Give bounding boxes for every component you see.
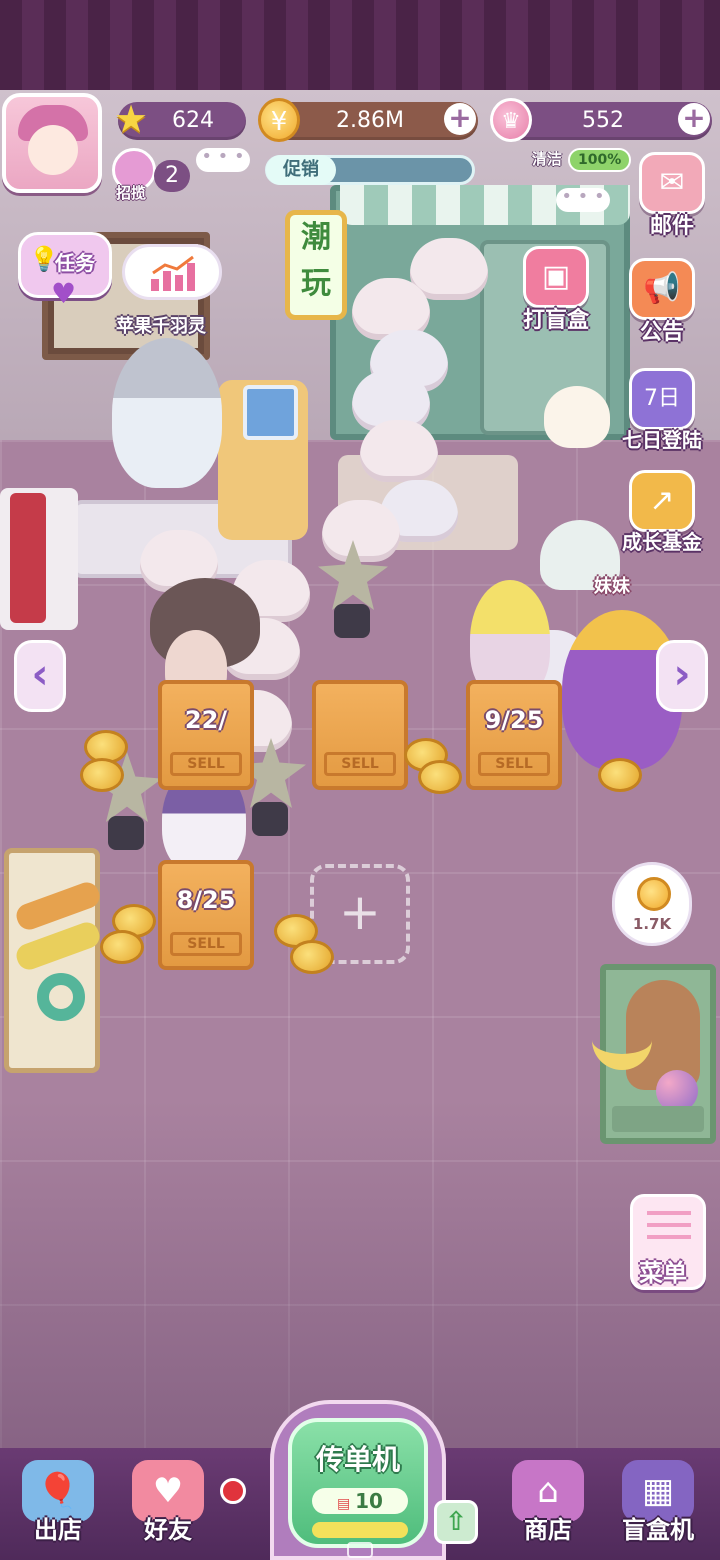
star-customer-body bbox=[334, 604, 370, 638]
stall-sell-label: SELL bbox=[170, 932, 242, 956]
sell-stall[interactable]: 9/25 SELL bbox=[466, 680, 562, 790]
coin-icon: ¥ bbox=[258, 98, 300, 142]
promotion-bar[interactable]: 促销 bbox=[265, 155, 475, 185]
blind-box-machine-label: 盲盒机 bbox=[622, 1516, 694, 1544]
blind-box-machine-button[interactable]: ▦ 盲盒机 bbox=[608, 1460, 708, 1558]
shop-owner-name: 苹果千羽灵 bbox=[116, 316, 206, 337]
cash-register[interactable] bbox=[218, 380, 308, 540]
leave-shop-label: 出店 bbox=[34, 1516, 82, 1544]
coin-pickup[interactable] bbox=[100, 930, 144, 964]
task-label: 任务 bbox=[55, 251, 95, 275]
flyer-machine-label: 传单机 bbox=[315, 1443, 400, 1476]
coin-icon bbox=[637, 877, 671, 911]
coin-pickup[interactable] bbox=[418, 760, 462, 794]
customer-ghost[interactable] bbox=[322, 500, 400, 562]
system-home-indicator bbox=[347, 1542, 373, 1558]
open-blind-box-button[interactable]: ▣ 打盲盒 bbox=[506, 246, 606, 334]
star-count: 624 bbox=[172, 108, 214, 133]
star-counter: ★ 624 bbox=[114, 98, 246, 140]
stall-stock-count: 22/ bbox=[184, 706, 228, 734]
recruit-button[interactable]: 2 招揽 bbox=[110, 148, 192, 202]
shopkeeper-character[interactable] bbox=[112, 338, 222, 488]
star-customer-body bbox=[252, 802, 288, 836]
trendy-toys-sign: 潮玩 bbox=[285, 210, 347, 320]
flyer-progress-bar bbox=[312, 1522, 408, 1538]
announcement-button[interactable]: 📢 公告 bbox=[612, 258, 712, 346]
friends-button[interactable]: ♥ 好友 bbox=[118, 1460, 218, 1558]
collect-income-bubble[interactable]: 1.7K bbox=[612, 862, 692, 946]
upgrade-arrow-button[interactable]: ⇧ bbox=[434, 1500, 478, 1544]
growth-fund-icon: ↗ bbox=[629, 470, 695, 532]
seven-day-login-button[interactable]: 7日 七日登陆 bbox=[612, 368, 712, 453]
speech-bubble-dots: • • • bbox=[196, 148, 250, 172]
envelope-icon: ✉ bbox=[639, 152, 705, 214]
notification-dot bbox=[220, 1478, 246, 1504]
gem-counter: ♛ 552 + bbox=[490, 98, 712, 142]
sell-stall[interactable]: 22/ SELL bbox=[158, 680, 254, 790]
growth-fund-button[interactable]: ↗ 成长基金 bbox=[612, 470, 712, 555]
coin-count: 2.86M bbox=[336, 108, 404, 133]
mail-label: 邮件 bbox=[649, 214, 694, 239]
coin-pickup[interactable] bbox=[598, 758, 642, 792]
previous-area-arrow[interactable]: ‹ bbox=[14, 640, 66, 712]
sell-stall[interactable]: 8/25 SELL bbox=[158, 860, 254, 970]
sister-name-label: 妹妹 bbox=[594, 576, 630, 597]
friends-label: 好友 bbox=[144, 1516, 192, 1544]
stall-stock-count: 8/25 bbox=[176, 886, 236, 914]
mail-button[interactable]: ✉ 邮件 bbox=[622, 152, 720, 240]
speech-bubble-dots: • • • bbox=[556, 188, 610, 212]
clean-label: 清洁 bbox=[532, 150, 563, 168]
star-icon: ★ bbox=[113, 97, 149, 141]
stall-sell-label: SELL bbox=[170, 752, 242, 776]
plush-toy-booth[interactable] bbox=[592, 964, 716, 1144]
add-coins-button[interactable]: + bbox=[444, 103, 476, 135]
coin-pickup[interactable] bbox=[80, 758, 124, 792]
seven-day-login-label: 七日登陆 bbox=[622, 428, 702, 452]
task-button[interactable]: 💡 任务 ♥ bbox=[18, 232, 112, 310]
leave-shop-button[interactable]: 🎈 出店 bbox=[8, 1460, 108, 1558]
stall-sell-label: SELL bbox=[324, 752, 396, 776]
store-button[interactable]: ⌂ 商店 bbox=[498, 1460, 598, 1558]
recruit-count: 2 bbox=[154, 160, 190, 192]
menu-button[interactable]: 菜单 bbox=[630, 1194, 706, 1290]
blind-box-icon: ▣ bbox=[523, 246, 589, 308]
heart-icon: ♥ bbox=[51, 277, 77, 310]
sell-stall[interactable]: SELL bbox=[312, 680, 408, 790]
flyer-cost: ▤ 10 bbox=[312, 1488, 408, 1514]
announcement-label: 公告 bbox=[639, 320, 684, 345]
bar-chart-icon bbox=[151, 255, 195, 291]
left-shelf[interactable] bbox=[0, 488, 78, 630]
store-label: 商店 bbox=[524, 1516, 572, 1544]
gift-wrap-table[interactable] bbox=[4, 848, 103, 1073]
flyer-machine-button[interactable]: 传单机 ▤ 10 bbox=[270, 1400, 446, 1560]
sell-ticket-icon: ▤ bbox=[337, 1496, 356, 1512]
star-customer-body bbox=[108, 816, 144, 850]
lucky-cat[interactable] bbox=[544, 386, 610, 448]
gem-count: 552 bbox=[582, 108, 624, 133]
income-amount: 1.7K bbox=[632, 915, 672, 933]
coin-counter: ¥ 2.86M + bbox=[258, 98, 478, 142]
add-gems-button[interactable]: + bbox=[678, 103, 710, 135]
player-avatar[interactable] bbox=[2, 93, 102, 193]
cleanliness-indicator: 清洁 100% bbox=[532, 148, 632, 174]
stats-chart-bubble[interactable] bbox=[122, 244, 222, 300]
next-area-arrow[interactable]: › bbox=[656, 640, 708, 712]
customer-ghost[interactable] bbox=[360, 420, 438, 482]
crown-gem-icon: ♛ bbox=[490, 98, 532, 142]
growth-fund-label: 成长基金 bbox=[622, 530, 702, 554]
stall-stock-count: 9/25 bbox=[484, 706, 544, 734]
top-curtain bbox=[0, 0, 720, 100]
menu-list-icon bbox=[647, 1211, 691, 1247]
promotion-label: 促销 bbox=[266, 155, 336, 185]
open-blind-box-label: 打盲盒 bbox=[522, 308, 589, 333]
megaphone-icon: 📢 bbox=[629, 258, 695, 320]
stall-sell-label: SELL bbox=[478, 752, 550, 776]
flyer-cost-value: 10 bbox=[355, 1489, 383, 1513]
menu-label: 菜单 bbox=[639, 1259, 687, 1287]
calendar-7-icon: 7日 bbox=[629, 368, 695, 430]
recruit-label: 招揽 bbox=[116, 184, 147, 202]
flyer-progress-fill bbox=[312, 1522, 408, 1538]
coin-pickup[interactable] bbox=[290, 940, 334, 974]
